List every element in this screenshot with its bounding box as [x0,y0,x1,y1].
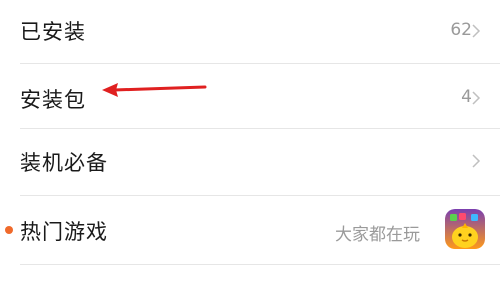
game-app-icon[interactable] [445,209,485,249]
divider [20,264,500,265]
menu-item-essentials-label: 装机必备 [20,151,108,175]
menu-item-packages-label: 安装包 [20,88,86,112]
menu-item-essentials[interactable]: 装机必备 [0,129,500,195]
chevron-right-icon [472,154,481,168]
notification-dot [5,226,13,234]
menu-item-hot-games-label: 热门游戏 [20,220,108,244]
hot-games-subtitle: 大家都在玩 [335,225,420,245]
menu-item-packages[interactable]: 安装包 4 [0,64,500,128]
menu-item-installed-label: 已安装 [20,20,86,44]
chevron-right-icon [472,24,481,38]
menu-item-hot-games[interactable]: 热门游戏 大家都在玩 [0,196,500,264]
chevron-right-icon [472,91,481,105]
app-manager-menu: 已安装 62 安装包 4 装机必备 热门游戏 大家都在玩 [0,0,500,300]
red-arrow-annotation [102,83,207,97]
menu-item-installed[interactable]: 已安装 62 [0,0,500,64]
